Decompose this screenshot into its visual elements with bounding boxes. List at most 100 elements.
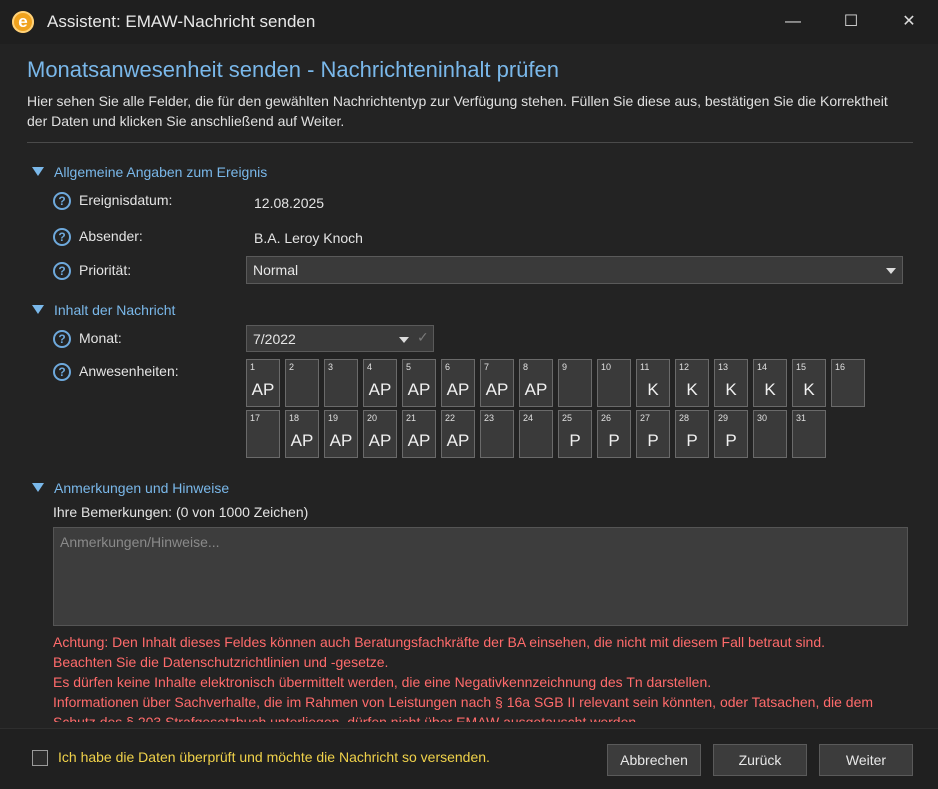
close-button[interactable]: ✕ [880,0,938,44]
attendance-day-cell[interactable]: 21 AP [402,410,436,458]
attendance-day-cell[interactable]: 31 [792,410,826,458]
attendance-day-cell[interactable]: 18 AP [285,410,319,458]
attendance-day-cell[interactable]: 12 K [675,359,709,407]
help-icon[interactable]: ? [53,262,71,280]
sender-value: B.A. Leroy Knoch [254,230,363,246]
section-notes-title: Anmerkungen und Hinweise [54,480,230,496]
attendance-day-number: 1 [250,362,256,372]
help-icon[interactable]: ? [53,330,71,348]
attendance-day-number: 12 [679,362,690,372]
minimize-button[interactable]: — [764,0,822,44]
attendance-code: AP [368,380,392,399]
attendance-day-cell[interactable]: 4 AP [363,359,397,407]
attendance-day-number: 25 [562,413,573,423]
notes-textarea[interactable] [53,527,908,626]
page-intro: Hier sehen Sie alle Felder, die für den … [27,93,888,129]
priority-dropdown[interactable]: Normal [246,256,903,284]
attendance-code: K [725,380,737,399]
help-icon[interactable]: ? [53,192,71,210]
triangle-down-icon [32,167,44,176]
attendance-code: P [569,431,581,450]
month-dropdown[interactable]: 7/2022 ✓ [246,325,434,352]
attendance-code: AP [407,380,431,399]
app-logo-icon: e [12,11,34,33]
attendance-day-cell[interactable]: 24 [519,410,553,458]
triangle-down-icon [32,483,44,492]
attendance-day-cell[interactable]: 26 P [597,410,631,458]
attendance-day-cell[interactable]: 22 AP [441,410,475,458]
section-content-toggle[interactable]: Inhalt der Nachricht [32,302,175,318]
attendance-day-cell[interactable]: 30 [753,410,787,458]
attendance-day-number: 7 [484,362,490,372]
section-general-toggle[interactable]: Allgemeine Angaben zum Ereignis [32,164,267,180]
attendance-day-number: 17 [250,413,261,423]
warning-line: Es dürfen keine Inhalte elektronisch übe… [53,674,712,690]
footer-bar: Ich habe die Daten überprüft und möchte … [0,728,938,789]
back-button[interactable]: Zurück [713,744,807,776]
attendance-day-cell[interactable]: 2 [285,359,319,407]
warning-line: Achtung: Den Inhalt dieses Feldes können… [53,634,826,650]
checkmark-icon: ✓ [417,329,429,345]
attendance-day-number: 16 [835,362,846,372]
attendance-code: AP [524,380,548,399]
confirm-checkbox[interactable] [32,750,48,766]
attendance-day-cell[interactable]: 15 K [792,359,826,407]
attendance-day-number: 4 [367,362,373,372]
attendance-day-cell[interactable]: 8 AP [519,359,553,407]
attendance-day-cell[interactable]: 17 [246,410,280,458]
attendance-day-number: 13 [718,362,729,372]
attendance-day-cell[interactable]: 25 P [558,410,592,458]
attendance-day-number: 3 [328,362,334,372]
attendance-day-cell[interactable]: 29 P [714,410,748,458]
section-general-title: Allgemeine Angaben zum Ereignis [54,164,268,180]
attendance-code: K [686,380,698,399]
attendance-code: P [686,431,698,450]
attendance-day-cell[interactable]: 27 P [636,410,670,458]
maximize-button[interactable]: ☐ [822,0,880,44]
attendance-day-number: 29 [718,413,729,423]
warning-line: Beachten Sie die Datenschutzrichtlinien … [53,654,389,670]
attendance-day-cell[interactable]: 20 AP [363,410,397,458]
attendance-day-cell[interactable]: 16 [831,359,865,407]
next-button[interactable]: Weiter [819,744,913,776]
help-icon[interactable]: ? [53,228,71,246]
page-title: Monatsanwesenheit senden - Nachrichtenin… [27,57,559,82]
attendance-day-number: 2 [289,362,295,372]
attendance-day-number: 27 [640,413,651,423]
attendance-code: K [803,380,815,399]
priority-label: Priorität: [79,262,132,278]
attendance-code: AP [485,380,509,399]
title-bar: e Assistent: EMAW-Nachricht senden — ☐ ✕ [0,0,938,44]
attendance-day-number: 10 [601,362,612,372]
attendance-code: AP [329,431,353,450]
attendance-day-cell[interactable]: 5 AP [402,359,436,407]
attendance-day-number: 5 [406,362,412,372]
attendance-day-cell[interactable]: 9 [558,359,592,407]
attendance-day-number: 6 [445,362,451,372]
attendance-day-cell[interactable]: 1 AP [246,359,280,407]
attendance-day-number: 28 [679,413,690,423]
attendance-day-cell[interactable]: 19 AP [324,410,358,458]
confirm-checkbox-label[interactable]: Ich habe die Daten überprüft und möchte … [58,749,490,765]
attendance-day-cell[interactable]: 11 K [636,359,670,407]
attendance-day-cell[interactable]: 23 [480,410,514,458]
section-notes-toggle[interactable]: Anmerkungen und Hinweise [32,480,229,496]
attendance-day-cell[interactable]: 13 K [714,359,748,407]
warning-line: Informationen über Sachverhalte, die im … [53,694,874,722]
attendance-day-cell[interactable]: 14 K [753,359,787,407]
attendance-day-number: 9 [562,362,568,372]
attendance-day-number: 24 [523,413,534,423]
attendance-day-number: 14 [757,362,768,372]
attendance-day-cell[interactable]: 28 P [675,410,709,458]
attendance-day-number: 18 [289,413,300,423]
attendance-day-cell[interactable]: 6 AP [441,359,475,407]
attendance-day-cell[interactable]: 10 [597,359,631,407]
chevron-down-icon [399,337,409,343]
attendance-day-cell[interactable]: 7 AP [480,359,514,407]
month-selected-value: 7/2022 [253,331,296,347]
triangle-down-icon [32,305,44,314]
help-icon[interactable]: ? [53,363,71,381]
cancel-button[interactable]: Abbrechen [607,744,701,776]
attendance-day-number: 21 [406,413,417,423]
attendance-day-cell[interactable]: 3 [324,359,358,407]
